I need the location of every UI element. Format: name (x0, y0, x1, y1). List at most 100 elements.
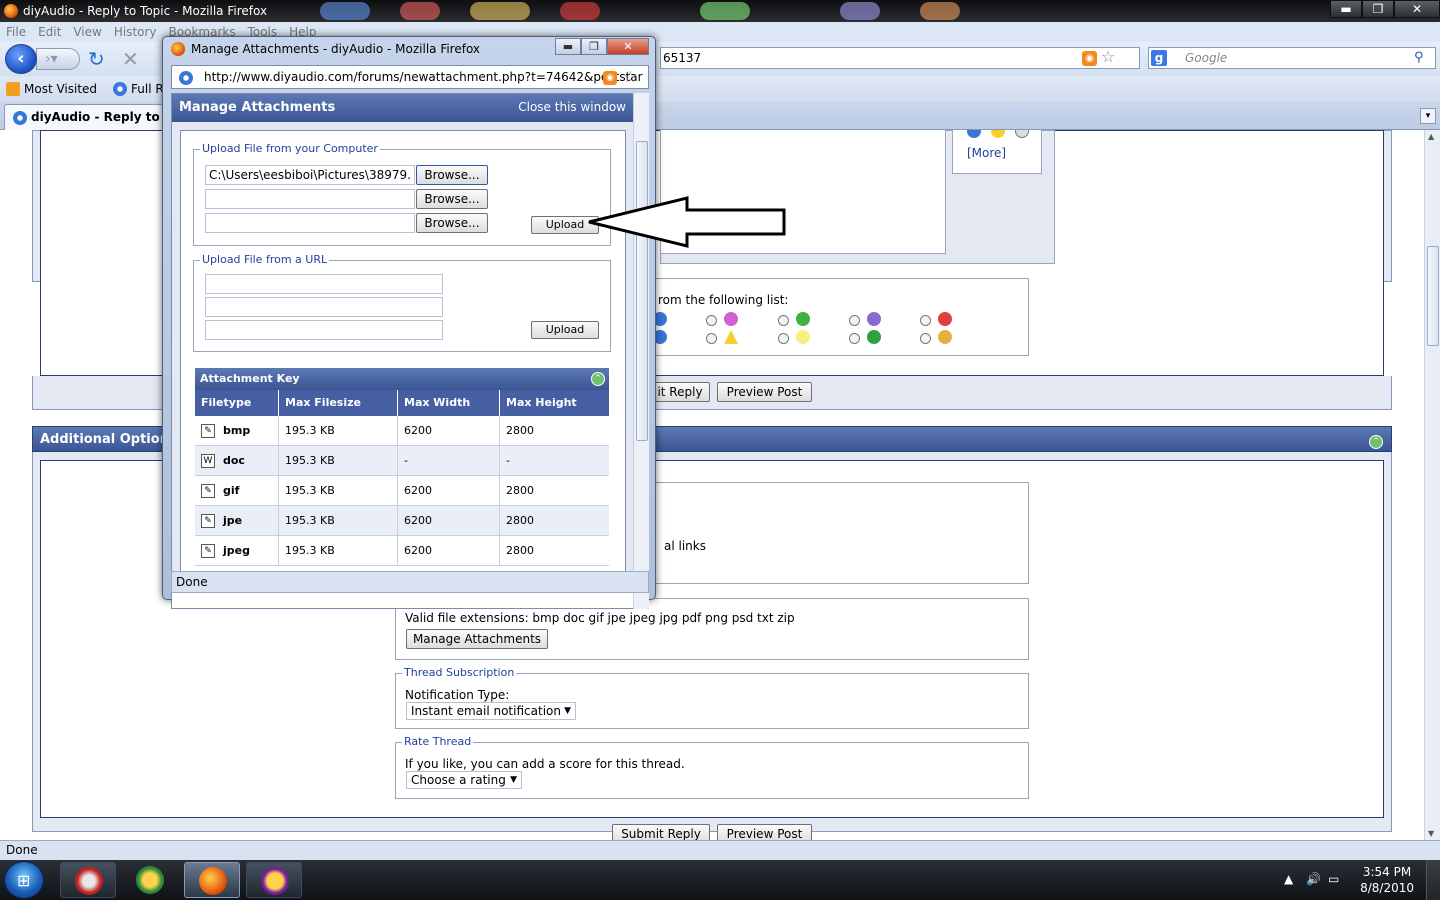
window-title: diyAudio - Reply to Topic - Mozilla Fire… (23, 4, 268, 18)
browse-button-1[interactable]: Browse... (416, 165, 488, 185)
post-icon (724, 312, 738, 326)
popup-scrollbar[interactable] (633, 93, 649, 609)
column-max-filesize: Max Filesize (279, 390, 398, 416)
url-input-2[interactable] (205, 297, 443, 317)
links-label: al links (664, 539, 706, 553)
table-row: ✎ jpeg 195.3 KB 6200 2800 (195, 536, 609, 566)
search-input[interactable]: Google (1148, 47, 1436, 69)
menu-edit[interactable]: Edit (38, 25, 61, 39)
taskbar-app-2[interactable] (122, 862, 178, 898)
messenger-icon (136, 866, 164, 894)
post-icon (867, 312, 881, 326)
manage-attachments-button[interactable]: Manage Attachments (406, 629, 548, 649)
post-icon-radio[interactable] (920, 315, 931, 326)
rate-thread-box: Rate Thread If you like, you can add a s… (395, 735, 1029, 799)
post-icon-radio[interactable] (849, 315, 860, 326)
start-button[interactable]: ⊞ (4, 861, 44, 899)
post-icon-radio[interactable] (920, 333, 931, 344)
lightbulb-icon (796, 330, 810, 344)
rating-select[interactable]: Choose a rating ▼ (406, 771, 522, 789)
file-input-1[interactable]: C:\Users\eesbiboi\Pictures\38979. (205, 165, 415, 185)
post-icon-radio[interactable] (778, 315, 789, 326)
file-input-2[interactable] (205, 189, 415, 209)
reload-icon[interactable]: ↻ (88, 47, 105, 71)
column-max-height: Max Height (506, 396, 577, 409)
post-icon-radio[interactable] (706, 315, 717, 326)
show-desktop-button[interactable] (1426, 860, 1440, 900)
scrollbar-thumb[interactable] (1427, 246, 1439, 346)
smiley-icon[interactable] (967, 130, 981, 138)
volume-icon[interactable]: 🔊 (1306, 872, 1321, 886)
menu-view[interactable]: View (73, 25, 101, 39)
popup-address-bar[interactable]: http://www.diyaudio.com/forums/newattach… (171, 65, 649, 89)
taskbar-yahoo[interactable] (246, 862, 302, 898)
popup-scrollbar-thumb[interactable] (636, 141, 648, 441)
rss-icon[interactable]: ◉ (603, 71, 617, 85)
popup-close-button[interactable]: ✕ (607, 38, 649, 55)
site-identity-icon[interactable] (179, 71, 193, 85)
bookmark-star-icon[interactable]: ☆ (623, 67, 637, 86)
popup-minimize-button[interactable]: ▬ (555, 38, 581, 55)
page-scrollbar[interactable]: ▲ ▼ (1424, 130, 1440, 840)
post-icon (938, 312, 952, 326)
preview-post-button-bottom[interactable]: Preview Post (717, 824, 812, 840)
taskbar-firefox[interactable] (184, 862, 240, 898)
stop-icon[interactable]: ✕ (122, 47, 139, 71)
google-icon[interactable]: g (1151, 50, 1167, 66)
search-icon[interactable]: ⚲ (1414, 50, 1424, 65)
rss-icon[interactable]: ◉ (1082, 51, 1097, 66)
tray-expand-icon[interactable]: ▲ (1284, 872, 1293, 886)
popup-maximize-button[interactable]: ❐ (581, 38, 607, 55)
upload-computer-legend: Upload File from your Computer (200, 142, 380, 155)
taskbar-app-1[interactable] (60, 862, 116, 898)
url-input-3[interactable] (205, 320, 443, 340)
tab-diyaudio[interactable]: diyAudio - Reply to Top (4, 104, 164, 130)
popup-body: Upload File from your Computer C:\Users\… (172, 122, 634, 584)
minimize-button[interactable]: ▬ (1330, 0, 1362, 18)
post-icon (796, 312, 810, 326)
manage-attachments-title: Manage Attachments (179, 100, 336, 115)
network-icon[interactable]: ▭ (1328, 872, 1339, 886)
upload-url-button[interactable]: Upload (531, 321, 599, 339)
browse-button-2[interactable]: Browse... (416, 189, 488, 209)
scroll-up-icon[interactable]: ▲ (1428, 132, 1434, 141)
post-icon-radio[interactable] (706, 333, 717, 344)
collapse-icon[interactable]: ⌃ (591, 372, 605, 386)
menu-file[interactable]: File (6, 25, 26, 39)
thumbs-up-icon (938, 330, 952, 344)
post-icon-radio[interactable] (849, 333, 860, 344)
manage-attachments-window: Manage Attachments - diyAudio - Mozilla … (162, 36, 656, 609)
status-bar: Done (0, 840, 1440, 860)
file-input-3[interactable] (205, 213, 415, 233)
tab-list-icon[interactable]: ▾ (1420, 108, 1436, 124)
taskbar: ⊞ ▲ 🔊 ▭ 3:54 PM 8/8/2010 (0, 860, 1440, 900)
arrow-icon (867, 330, 881, 344)
url-input-1[interactable] (205, 274, 443, 294)
close-this-window-link[interactable]: Close this window (518, 100, 626, 114)
upload-url-box: Upload File from a URL Upload (193, 253, 611, 352)
smiley-icon[interactable] (991, 130, 1005, 138)
manage-attachments-header: Manage Attachments Close this window (172, 94, 634, 122)
scroll-down-icon[interactable]: ▼ (1428, 829, 1434, 838)
menu-history[interactable]: History (114, 25, 157, 39)
address-bar[interactable]: 65137 (660, 47, 1140, 69)
collapse-icon[interactable]: ⌃ (1369, 435, 1383, 449)
bookmark-star-icon[interactable]: ☆ (1101, 47, 1115, 66)
popup-content: Manage Attachments Close this window Upl… (171, 93, 649, 609)
notification-type-select[interactable]: Instant email notification ▼ (406, 702, 576, 720)
maximize-button[interactable]: ❐ (1362, 0, 1394, 18)
table-row: ✎ jpe 195.3 KB 6200 2800 (195, 506, 609, 536)
smiley-icon[interactable] (1015, 130, 1029, 138)
browse-button-3[interactable]: Browse... (416, 213, 488, 233)
back-button[interactable]: ‹ (5, 44, 37, 74)
close-button[interactable]: ✕ (1394, 0, 1440, 18)
preview-post-button[interactable]: Preview Post (717, 382, 812, 402)
bookmark-most-visited[interactable]: Most Visited (6, 82, 97, 96)
forward-button[interactable]: ›▾ (36, 48, 80, 70)
more-smilies-link[interactable]: [More] (967, 146, 1006, 160)
most-visited-icon (6, 82, 20, 96)
submit-reply-button[interactable]: it Reply (650, 382, 710, 402)
submit-reply-button-bottom[interactable]: Submit Reply (612, 824, 710, 840)
clock[interactable]: 3:54 PM 8/8/2010 (1360, 864, 1414, 896)
post-icon-radio[interactable] (778, 333, 789, 344)
